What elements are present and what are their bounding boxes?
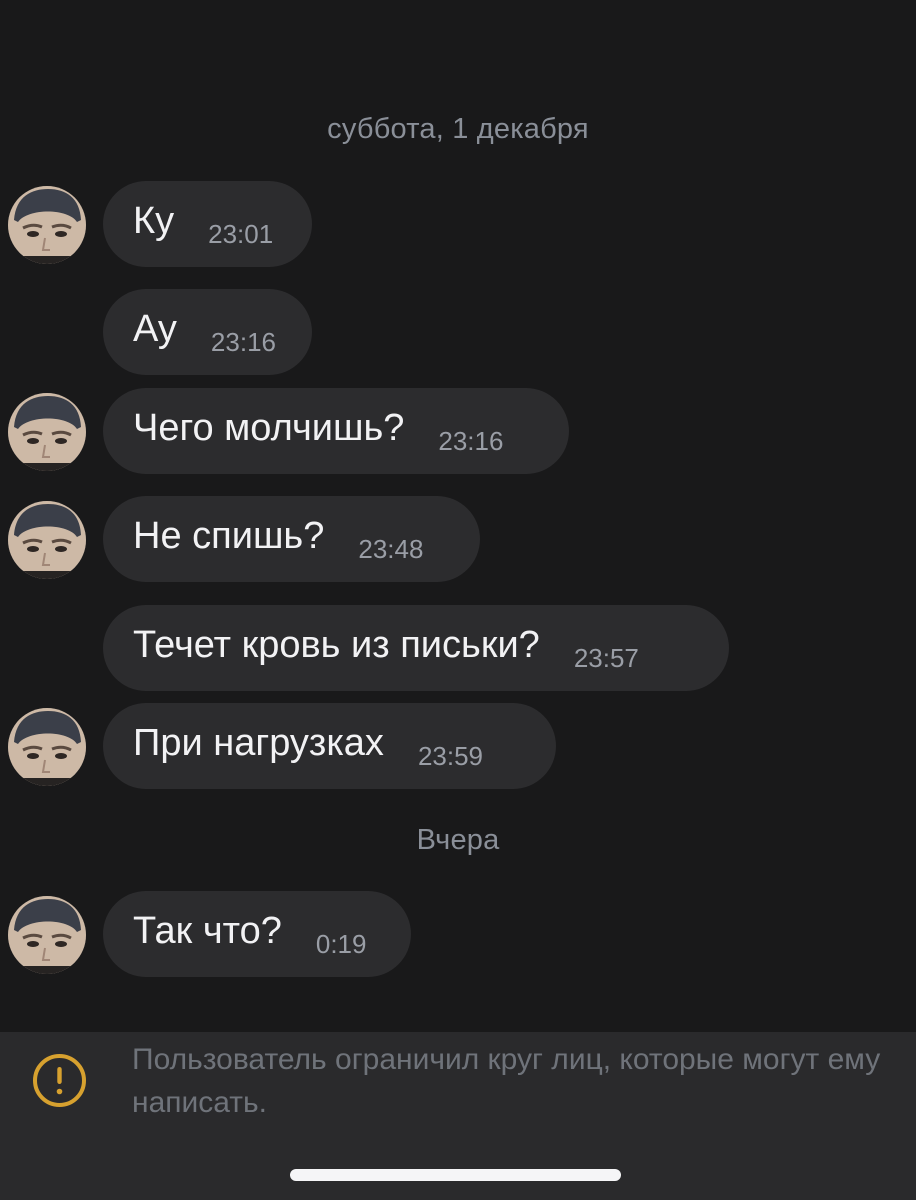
message-text: При нагрузках — [133, 721, 384, 764]
message-text: Течет кровь из письки? — [133, 623, 540, 666]
message-bubble[interactable]: Ау 23:16 — [103, 289, 312, 375]
message-bubble[interactable]: Ку 23:01 — [103, 181, 312, 267]
message-bubble[interactable]: Чего молчишь? 23:16 — [103, 388, 569, 474]
message-text: Чего молчишь? — [133, 406, 405, 449]
message-time: 0:19 — [315, 928, 367, 959]
avatar[interactable] — [8, 186, 86, 264]
message-bubble[interactable]: Не спишь? 23:48 — [103, 496, 480, 582]
avatar[interactable] — [8, 708, 86, 786]
message-time: 23:57 — [573, 642, 639, 673]
message-time: 23:48 — [358, 533, 424, 564]
avatar[interactable] — [8, 896, 86, 974]
restriction-notice: Пользователь ограничил круг лиц, которые… — [132, 1043, 881, 1119]
message-time: 23:16 — [438, 425, 504, 456]
message-time: 23:01 — [208, 218, 274, 249]
exclamation-circle-icon — [33, 1054, 86, 1107]
message-text: Ку — [133, 199, 175, 242]
message-time: 23:59 — [417, 740, 484, 771]
message-bubble[interactable]: Так что? 0:19 — [103, 891, 411, 977]
avatar[interactable] — [8, 501, 86, 579]
date-separator: суббота, 1 декабря — [327, 113, 589, 145]
avatar[interactable] — [8, 393, 86, 471]
message-bubble[interactable]: При нагрузках 23:59 — [103, 703, 556, 789]
message-text: Так что? — [133, 909, 282, 952]
home-indicator[interactable] — [290, 1169, 621, 1181]
message-time: 23:16 — [210, 326, 276, 357]
message-bubble[interactable]: Течет кровь из письки? 23:57 — [103, 605, 729, 691]
date-separator: Вчера — [416, 824, 500, 856]
message-text: Не спишь? — [133, 514, 325, 557]
chat-history[interactable]: суббота, 1 декабря Ку 23:01 Ау 23:16 Чег… — [0, 0, 916, 1032]
message-text: Ау — [133, 307, 177, 350]
